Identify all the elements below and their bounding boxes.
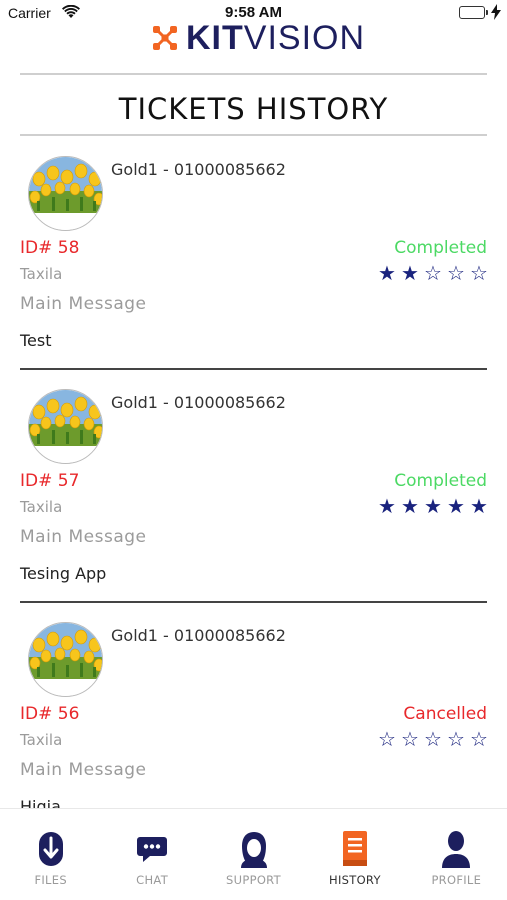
battery-icon xyxy=(459,6,485,19)
tab-profile[interactable]: PROFILE xyxy=(406,809,507,900)
star-filled-icon: ★ xyxy=(401,494,419,518)
tulips-photo-icon xyxy=(29,623,102,696)
star-rating: ★ ★ ★ ★ ★ xyxy=(377,495,489,517)
ticket-card[interactable]: Gold1 - 01000085662 ID# 57 Completed Tax… xyxy=(0,369,507,603)
star-filled-icon: ★ xyxy=(401,261,419,285)
history-book-icon xyxy=(338,829,372,869)
star-filled-icon: ★ xyxy=(447,494,465,518)
tulips-photo-icon xyxy=(29,390,102,463)
tab-history[interactable]: HISTORY xyxy=(304,809,405,900)
ticket-id: ID# 58 xyxy=(20,238,80,258)
profile-person-icon xyxy=(439,829,473,869)
charging-bolt-icon xyxy=(491,4,501,24)
tab-label-files: FILES xyxy=(34,873,67,887)
ticket-id: ID# 56 xyxy=(20,704,80,724)
user-avatar xyxy=(28,389,103,464)
ticket-list[interactable]: Gold1 - 01000085662 ID# 58 Completed Tax… xyxy=(0,136,507,808)
star-filled-icon: ★ xyxy=(424,494,442,518)
tab-chat[interactable]: CHAT xyxy=(101,809,202,900)
main-message-label: Main Message xyxy=(20,294,147,314)
star-rating: ☆ ☆ ☆ ☆ ☆ xyxy=(377,728,489,750)
star-empty-icon: ☆ xyxy=(378,727,396,751)
ticket-id: ID# 57 xyxy=(20,471,80,491)
ticket-card[interactable]: Gold1 - 01000085662 ID# 58 Completed Tax… xyxy=(0,136,507,370)
files-download-icon xyxy=(34,829,68,869)
star-empty-icon: ☆ xyxy=(401,727,419,751)
star-empty-icon: ☆ xyxy=(447,261,465,285)
star-filled-icon: ★ xyxy=(378,494,396,518)
star-rating: ★ ★ ☆ ☆ ☆ xyxy=(377,262,489,284)
main-message-text: Tesing App xyxy=(20,564,107,583)
tulips-photo-icon xyxy=(29,157,102,230)
tab-files[interactable]: FILES xyxy=(0,809,101,900)
star-empty-icon: ☆ xyxy=(424,261,442,285)
header-divider xyxy=(20,73,487,75)
main-message-label: Main Message xyxy=(20,760,147,780)
star-empty-icon: ☆ xyxy=(470,727,488,751)
star-empty-icon: ☆ xyxy=(447,727,465,751)
ticket-status: Completed xyxy=(394,471,487,491)
tab-label-support: SUPPORT xyxy=(226,873,281,887)
logo-text-kit: KIT xyxy=(186,18,244,57)
user-avatar xyxy=(28,622,103,697)
chat-bubble-icon xyxy=(135,829,169,869)
ticket-user: Gold1 - 01000085662 xyxy=(111,160,286,179)
kitvision-mark-icon xyxy=(153,26,177,50)
main-message-text: Higia xyxy=(20,797,61,808)
star-empty-icon: ☆ xyxy=(424,727,442,751)
tab-label-chat: CHAT xyxy=(136,873,169,887)
page-title: TICKETS HISTORY xyxy=(118,92,389,126)
kitvision-logo: KIT VISION xyxy=(150,18,366,57)
logo-text-vision: VISION xyxy=(243,18,366,57)
tab-support[interactable]: SUPPORT xyxy=(203,809,304,900)
tab-label-history: HISTORY xyxy=(329,873,381,887)
ticket-user: Gold1 - 01000085662 xyxy=(111,393,286,412)
ticket-card[interactable]: Gold1 - 01000085662 ID# 56 Cancelled Tax… xyxy=(0,602,507,808)
ticket-city: Taxila xyxy=(20,731,63,749)
battery-tip xyxy=(486,10,488,15)
bottom-tab-bar: FILES CHAT SUPPORT HISTORY PROFILE xyxy=(0,808,507,900)
star-filled-icon: ★ xyxy=(378,261,396,285)
ticket-user: Gold1 - 01000085662 xyxy=(111,626,286,645)
ticket-city: Taxila xyxy=(20,265,63,283)
user-avatar xyxy=(28,156,103,231)
tab-label-profile: PROFILE xyxy=(431,873,482,887)
ticket-status: Cancelled xyxy=(403,704,487,724)
star-empty-icon: ☆ xyxy=(470,261,488,285)
ticket-city: Taxila xyxy=(20,498,63,516)
support-agent-icon xyxy=(237,829,271,869)
main-message-label: Main Message xyxy=(20,527,147,547)
star-filled-icon: ★ xyxy=(470,494,488,518)
main-message-text: Test xyxy=(20,331,52,350)
ticket-status: Completed xyxy=(394,238,487,258)
